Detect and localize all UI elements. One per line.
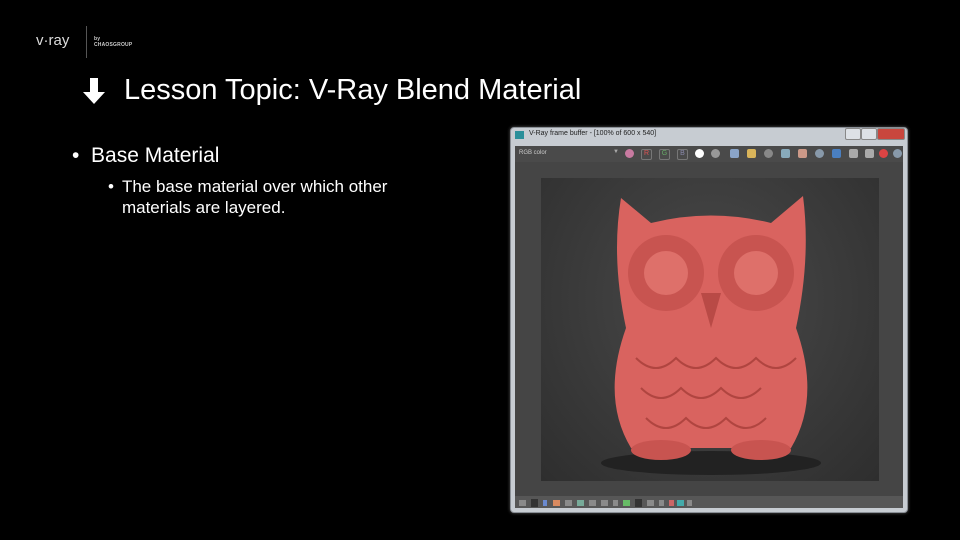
close-button[interactable] [877,128,905,140]
white-dot-icon[interactable] [695,149,704,158]
stop-icon[interactable] [879,149,888,158]
app-icon [515,131,524,139]
vray-wordmark: v·ray [36,32,70,49]
minimize-button[interactable] [845,128,861,140]
render-icon[interactable] [893,149,902,158]
bullet-base-material: • Base Material [72,144,220,167]
color-icon[interactable] [625,149,634,158]
window-title: V-Ray frame buffer - [100% of 600 x 540] [529,130,657,137]
green-channel-button[interactable]: G [659,149,670,160]
history-icon[interactable] [849,149,858,158]
bullet1-text: Base Material [91,144,220,167]
compare-icon[interactable] [865,149,874,158]
logo-company: CHAOSGROUP [94,42,133,48]
bottom-toolbar-icons[interactable] [515,497,903,509]
maximize-button[interactable] [861,128,877,140]
arrow-down-icon [83,77,105,104]
display-icon[interactable] [832,149,841,158]
toolbar: RGB color ▼ R G B [515,146,903,162]
bottom-toolbar [515,496,903,508]
vray-logo: v·ray [36,26,87,58]
chaosgroup-logo: by CHAOSGROUP [94,36,132,48]
save-icon[interactable] [730,149,739,158]
folder-icon[interactable] [747,149,756,158]
region-icon[interactable] [815,149,824,158]
gray-dot-icon[interactable] [711,149,720,158]
bullet2-text: The base material over which other mater… [121,177,388,217]
clear-icon[interactable] [764,149,773,158]
slide-title: Lesson Topic: V-Ray Blend Material [80,74,581,107]
copy-icon[interactable] [781,149,790,158]
rendered-image [541,178,879,481]
logo-divider [86,26,87,58]
channel-select[interactable]: RGB color [519,150,547,156]
owl-render [601,196,821,475]
title-text: Lesson Topic: V-Ray Blend Material [124,74,582,106]
track-icon[interactable] [798,149,807,158]
red-channel-button[interactable]: R [641,149,652,160]
bullet-description: • The base material over which other mate… [108,176,438,218]
blue-channel-button[interactable]: B [677,149,688,160]
dropdown-icon[interactable]: ▼ [613,149,622,158]
vray-frame-buffer-window: V-Ray frame buffer - [100% of 600 x 540]… [510,127,908,513]
render-canvas [515,162,903,496]
